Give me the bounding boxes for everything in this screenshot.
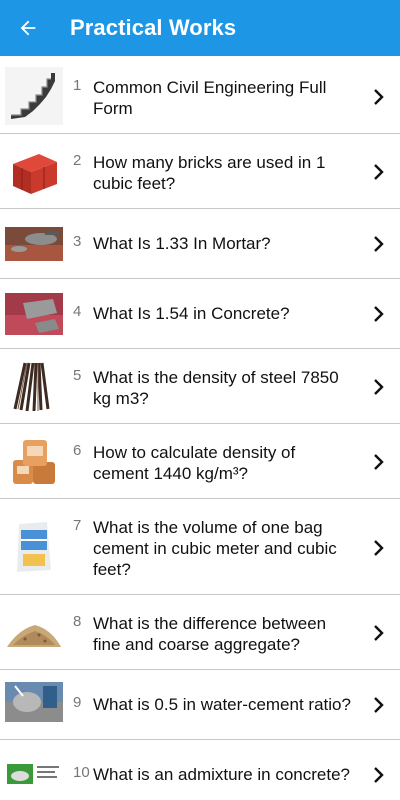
staircase-thumbnail — [5, 67, 63, 125]
cement-bags-thumbnail — [5, 432, 63, 490]
list-item[interactable]: 9 What is 0.5 in water-cement ratio? — [0, 670, 400, 740]
item-number: 6 — [73, 442, 82, 459]
list-item[interactable]: 2 How many bricks are used in 1 cubic fe… — [0, 134, 400, 209]
list-item[interactable]: 6 How to calculate density of cement 144… — [0, 424, 400, 499]
concrete-thumbnail — [5, 293, 63, 335]
list-item[interactable]: 7 What is the volume of one bag cement i… — [0, 499, 400, 595]
chevron-right-icon — [374, 697, 384, 713]
item-number: 3 — [73, 233, 82, 250]
cement-bag-thumbnail — [5, 518, 63, 576]
item-title: What is 0.5 in water-cement ratio? — [93, 695, 351, 714]
item-title: What is the volume of one bag cement in … — [93, 518, 337, 579]
item-number: 9 — [73, 694, 82, 711]
aggregate-pile-thumbnail — [5, 609, 63, 655]
item-number: 8 — [73, 613, 82, 630]
list-item[interactable]: 5 What is the density of steel 7850 kg m… — [0, 349, 400, 424]
item-title: How to calculate density of cement 1440 … — [93, 443, 296, 483]
chevron-right-icon — [374, 236, 384, 252]
item-title: What Is 1.33 In Mortar? — [93, 234, 271, 253]
chevron-right-icon — [374, 454, 384, 470]
bricks-thumbnail — [5, 142, 63, 200]
item-number: 7 — [73, 517, 82, 534]
chevron-right-icon — [374, 164, 384, 180]
chevron-right-icon — [374, 625, 384, 641]
item-number: 2 — [73, 152, 82, 169]
back-button[interactable] — [0, 0, 56, 56]
list-item[interactable]: 10 What is an admixture in concrete? — [0, 740, 400, 800]
item-title: What Is 1.54 in Concrete? — [93, 304, 290, 323]
water-cement-thumbnail — [5, 682, 63, 722]
item-title: What is the difference between fine and … — [93, 614, 327, 654]
app-bar: Practical Works — [0, 0, 400, 56]
item-title: What is the density of steel 7850 kg m3? — [93, 368, 339, 408]
list-item[interactable]: 4 What Is 1.54 in Concrete? — [0, 279, 400, 349]
item-number: 4 — [73, 303, 82, 320]
item-title: Common Civil Engineering Full Form — [93, 78, 327, 118]
arrow-back-icon — [20, 20, 36, 36]
list-item[interactable]: 1 Common Civil Engineering Full Form — [0, 61, 400, 134]
item-number: 5 — [73, 367, 82, 384]
list-item[interactable]: 3 What Is 1.33 In Mortar? — [0, 209, 400, 279]
practical-works-list: 1 Common Civil Engineering Full Form 2 H… — [0, 61, 400, 800]
steel-bars-thumbnail — [5, 357, 63, 415]
item-title: What is an admixture in concrete? — [93, 765, 351, 784]
page-title: Practical Works — [70, 15, 237, 40]
admixture-thumbnail — [5, 762, 63, 786]
item-number: 1 — [73, 77, 82, 94]
list-item[interactable]: 8 What is the difference between fine an… — [0, 595, 400, 670]
chevron-right-icon — [374, 89, 384, 105]
item-title: How many bricks are used in 1 cubic feet… — [93, 153, 326, 193]
chevron-right-icon — [374, 306, 384, 322]
chevron-right-icon — [374, 767, 384, 783]
chevron-right-icon — [374, 540, 384, 556]
chevron-right-icon — [374, 379, 384, 395]
mortar-thumbnail — [5, 227, 63, 261]
item-number: 10 — [73, 764, 90, 781]
